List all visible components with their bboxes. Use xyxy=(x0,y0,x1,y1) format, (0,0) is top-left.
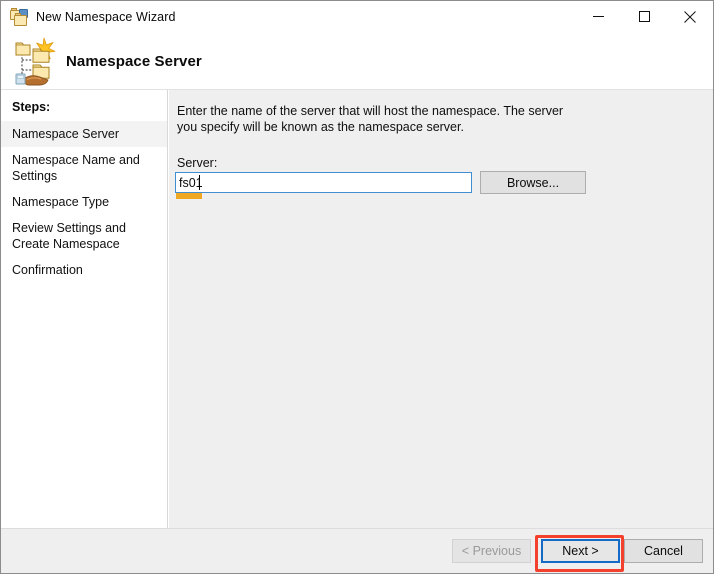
new-namespace-wizard-window: New Namespace Wizard Namespace Server St… xyxy=(0,0,714,574)
page-title: Namespace Server xyxy=(66,53,202,70)
sidebar-item-review-settings[interactable]: Review Settings and Create Namespace xyxy=(1,215,167,257)
browse-button[interactable]: Browse... xyxy=(480,171,586,194)
server-input-highlight-annotation xyxy=(176,193,202,199)
window-title: New Namespace Wizard xyxy=(36,10,176,24)
instructions-text: Enter the name of the server that will h… xyxy=(177,104,564,134)
wizard-body: Steps: Namespace Server Namespace Name a… xyxy=(1,90,713,528)
next-button[interactable]: Next > xyxy=(541,539,620,563)
cancel-button[interactable]: Cancel xyxy=(624,539,703,563)
maximize-icon[interactable] xyxy=(621,1,667,32)
steps-pane: Steps: Namespace Server Namespace Name a… xyxy=(1,90,168,528)
minimize-icon[interactable] xyxy=(575,1,621,32)
content-pane: Enter the name of the server that will h… xyxy=(169,90,713,528)
header-banner: Namespace Server xyxy=(1,33,713,90)
text-caret xyxy=(199,175,200,190)
sidebar-item-confirmation[interactable]: Confirmation xyxy=(1,257,167,283)
steps-list: Namespace Server Namespace Name and Sett… xyxy=(1,121,167,283)
folders-icon xyxy=(10,8,28,26)
sidebar-item-namespace-server[interactable]: Namespace Server xyxy=(1,121,167,147)
namespace-wizard-icon xyxy=(12,36,64,86)
sidebar-item-namespace-type[interactable]: Namespace Type xyxy=(1,189,167,215)
title-bar: New Namespace Wizard xyxy=(1,1,713,33)
server-input[interactable] xyxy=(175,172,472,193)
steps-heading: Steps: xyxy=(12,100,51,114)
previous-button[interactable]: < Previous xyxy=(452,539,531,563)
server-field-label: Server: xyxy=(177,156,218,170)
close-icon[interactable] xyxy=(667,1,713,32)
sidebar-item-namespace-name-and-settings[interactable]: Namespace Name and Settings xyxy=(1,147,167,189)
footer-bar: < Previous Next > Cancel xyxy=(1,528,713,573)
window-controls xyxy=(575,1,713,33)
